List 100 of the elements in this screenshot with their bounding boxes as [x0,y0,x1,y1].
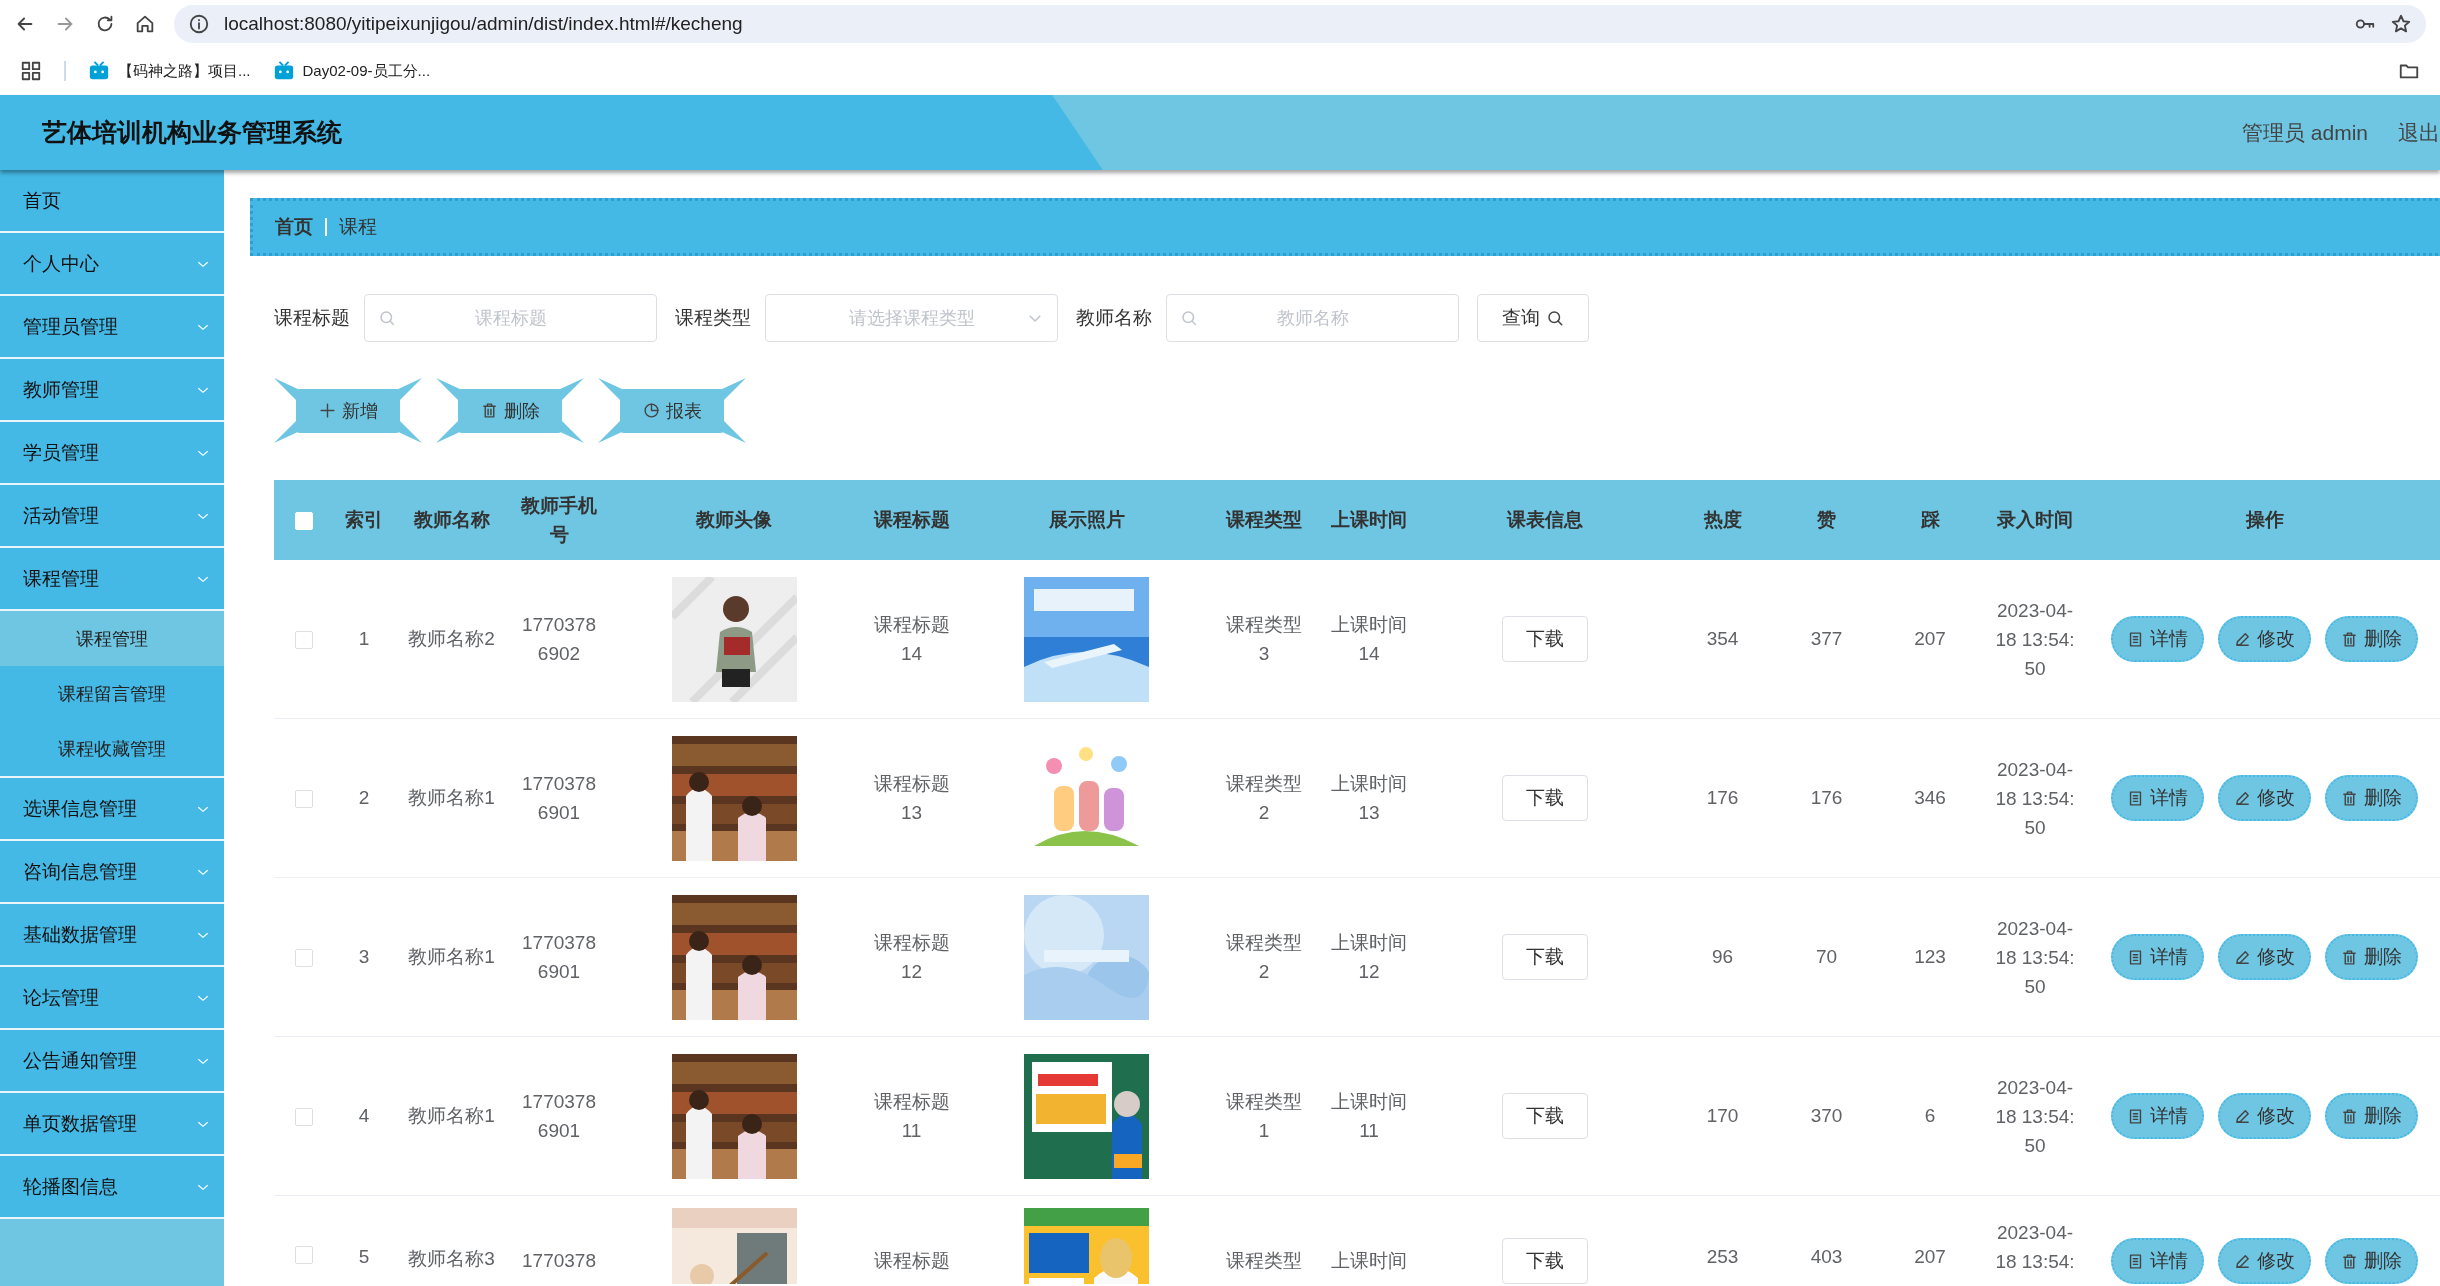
trash-icon [2341,1107,2358,1125]
select-field[interactable]: 请选择课程类型 [765,294,1058,342]
details-button[interactable]: 详情 [2111,775,2204,821]
details-button[interactable]: 详情 [2111,1093,2204,1139]
table-cell-text: 2 [357,787,371,809]
pencil-icon [2234,948,2251,966]
download-button[interactable]: 下载 [1502,775,1588,821]
apps-icon[interactable] [20,60,42,82]
download-button[interactable]: 下载 [1502,1093,1588,1139]
details-button[interactable]: 详情 [2111,1238,2204,1284]
trash-icon [480,402,498,419]
trash-icon [2341,789,2358,807]
field-label: 课程类型 [675,306,751,330]
delete-button[interactable]: 删除 [2325,1238,2418,1284]
table-cell-text: 课程标题12 [872,931,951,984]
checkbox[interactable] [295,631,313,649]
column-header: 踩 [1919,508,1941,532]
column-header: 上课时间 [1330,508,1408,532]
bookmark-link[interactable]: 【码神之路】项目... [118,61,251,81]
tv-icon [88,60,110,82]
table-cell-text: 176 [1705,787,1740,809]
add-button[interactable]: 新增 [274,378,422,443]
table-cell-text: 2023-04-18 13:54:50 [1994,916,2076,999]
checkbox[interactable] [295,1246,313,1264]
table-cell-text: 3 [357,946,371,968]
details-button[interactable]: 详情 [2111,934,2204,980]
table-cell-text: 70 [1814,946,1839,968]
delete-button[interactable]: 删除 [2325,934,2418,980]
table-cell-text: 课程类型 [1225,1249,1303,1273]
home-icon[interactable] [134,13,156,35]
download-button[interactable]: 下载 [1502,616,1588,662]
table-cell-text: 课程类型3 [1225,613,1303,666]
document-icon [2127,789,2144,807]
breadcrumb-link[interactable]: 首页 [275,214,313,240]
address-bar[interactable]: localhost:8080/yitipeixunjigou/admin/dist/index.html#/kecheng [174,5,2426,43]
checkbox[interactable] [295,790,313,808]
table-cell-text: 教师名称1 [407,945,496,969]
bookmark-link[interactable]: Day02-09-员工分... [302,61,431,81]
breadcrumb-link[interactable]: 课程 [339,214,377,240]
table-cell-text: 403 [1809,1246,1844,1268]
delete-button[interactable]: 删除 [2325,1093,2418,1139]
table-cell-text: 2023-04-18 13:54: [1994,1221,2076,1274]
edit-button[interactable]: 修改 [2218,934,2311,980]
report-button[interactable]: 报表 [598,378,746,443]
info-icon[interactable] [188,13,210,35]
download-button[interactable]: 下载 [1502,1238,1588,1284]
checkbox[interactable] [295,1108,313,1126]
details-button[interactable]: 详情 [2111,616,2204,662]
table-cell-text: 课程类型1 [1225,1090,1303,1143]
field-label: 课程标题 [274,306,350,330]
checkbox[interactable] [295,949,313,967]
table-cell-text: 教师名称3 [407,1247,496,1271]
document-icon [2127,1252,2144,1270]
logout-link[interactable]: 退出 [2398,118,2440,147]
column-header: 课表信息 [1505,508,1584,532]
table-cell-text: 2023-04-18 13:54:50 [1994,757,2076,840]
edit-button[interactable]: 修改 [2218,1093,2311,1139]
table-cell-text: 上课时间14 [1330,613,1408,666]
table-cell-text: 6 [1923,1105,1937,1127]
column-header: 录入时间 [1996,508,2074,532]
table-cell-text: 346 [1913,787,1947,809]
search-field[interactable]: 教师名称 [1166,294,1459,342]
search-icon [378,309,396,327]
table-cell-text: 课程类型2 [1225,772,1303,825]
table-cell-text: 5 [357,1246,371,1268]
table-cell-text: 课程标题11 [872,1090,951,1143]
table-cell-text: 4 [357,1105,371,1127]
download-button[interactable]: 下载 [1502,934,1588,980]
app-title: 艺体培训机构业务管理系统 [42,117,342,148]
delete-button[interactable]: 删除 [2325,616,2418,662]
table-cell-text: 上课时间12 [1330,931,1408,984]
pie-chart-icon [642,402,660,419]
query-button[interactable]: 查询 [1477,294,1589,342]
table-cell-text: 教师名称1 [407,1104,496,1128]
column-header: 索引 [344,508,384,532]
tv-icon [272,60,295,82]
document-icon [2127,948,2144,966]
table-cell-text: 170 [1705,1105,1740,1127]
delete-button[interactable]: 删除 [436,378,584,443]
trash-icon [2341,630,2358,648]
column-header: 课程类型 [1224,508,1303,532]
bookmark-star-icon[interactable] [2390,13,2412,35]
table-cell-text: 课程类型2 [1225,931,1303,984]
table-cell-text: 176 [1809,787,1844,809]
edit-button[interactable]: 修改 [2218,616,2311,662]
trash-icon [2341,1252,2358,1270]
table-cell-text: 上课时间 [1330,1249,1408,1273]
edit-button[interactable]: 修改 [2218,1238,2311,1284]
sidebar-subitem[interactable]: 课程管理 [0,611,224,666]
table-cell-text: 354 [1705,628,1740,650]
table-cell-text: 253 [1705,1246,1740,1268]
delete-button[interactable]: 删除 [2325,775,2418,821]
table-cell-text: 课程标题13 [872,772,951,825]
table-cell-text: 370 [1809,1105,1844,1127]
table-cell-text: 17703786901 [521,772,597,825]
document-icon [2127,1107,2144,1125]
table-cell-text: 377 [1809,628,1844,650]
column-header: 热度 [1702,508,1743,532]
edit-button[interactable]: 修改 [2218,775,2311,821]
search-field[interactable]: 课程标题 [364,294,657,342]
